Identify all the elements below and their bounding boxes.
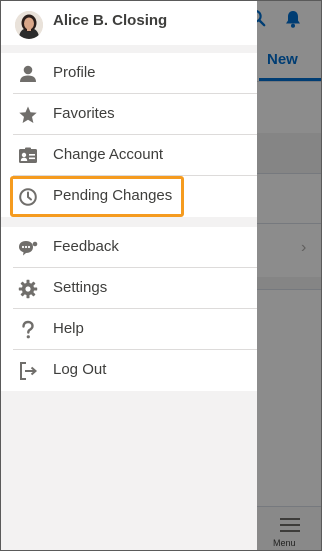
feedback-icon	[19, 241, 38, 256]
menu-item-label: Favorites	[53, 105, 115, 122]
menu-item-settings[interactable]: Settings	[1, 268, 257, 309]
menu-item-label: Feedback	[53, 238, 119, 255]
contact-card-icon	[19, 147, 37, 163]
menu-item-favorites[interactable]: Favorites	[1, 94, 257, 135]
star-icon	[19, 106, 37, 123]
menu-item-label: Change Account	[53, 146, 164, 163]
logout-icon	[20, 362, 38, 380]
menu-item-feedback[interactable]: Feedback	[1, 227, 257, 268]
menu-item-label: Log Out	[53, 361, 107, 378]
user-photo-icon	[15, 11, 43, 39]
menu-item-profile[interactable]: Profile	[1, 53, 257, 94]
menu-group-app: Feedback Settings Help Log Out	[1, 227, 257, 391]
avatar[interactable]	[15, 11, 43, 39]
menu-item-log-out[interactable]: Log Out	[1, 350, 257, 391]
menu-item-label: Profile	[53, 64, 96, 81]
drawer-header: Alice B. Closing	[1, 1, 257, 45]
app-frame: New › Menu Alice B. Closing Profile Favo…	[0, 0, 322, 551]
pending-changes-highlight	[10, 176, 184, 217]
navigation-drawer: Alice B. Closing Profile Favorites Chang…	[1, 1, 257, 550]
user-name[interactable]: Alice B. Closing	[53, 12, 167, 29]
gear-icon	[18, 279, 38, 299]
question-icon	[22, 320, 34, 339]
menu-item-label: Help	[53, 320, 84, 337]
menu-item-help[interactable]: Help	[1, 309, 257, 350]
user-icon	[20, 65, 36, 82]
menu-item-label: Settings	[53, 279, 108, 296]
menu-item-change-account[interactable]: Change Account	[1, 135, 257, 176]
